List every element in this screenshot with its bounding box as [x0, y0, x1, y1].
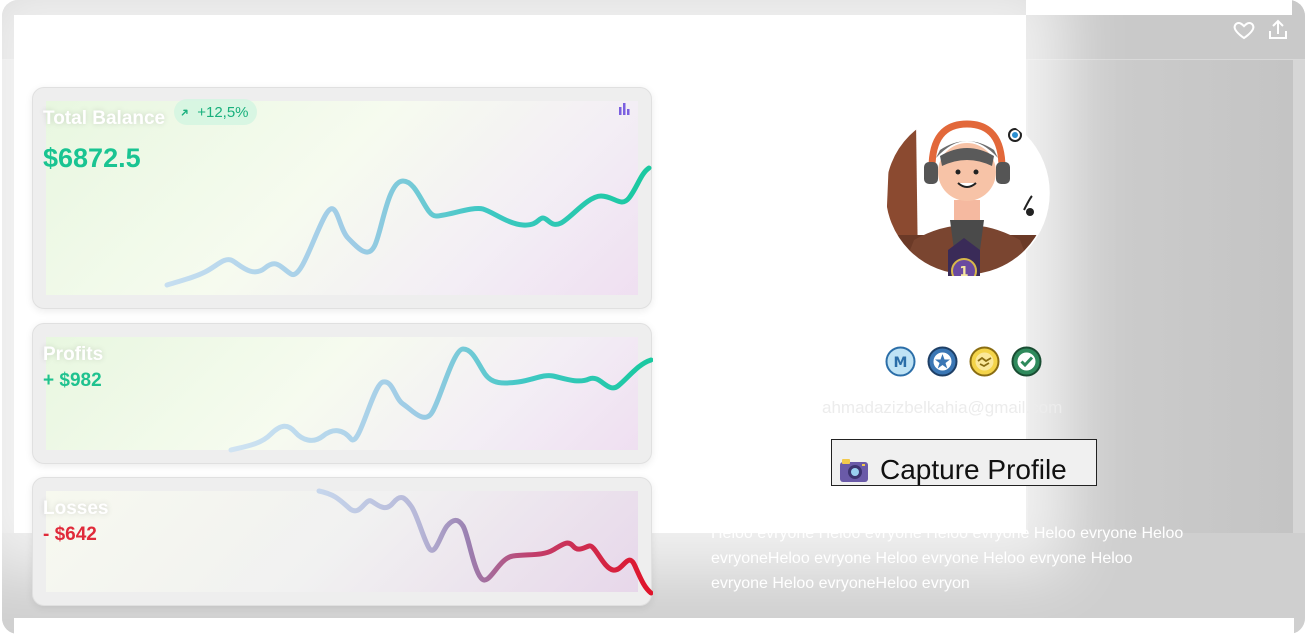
handshake-badge-icon[interactable] [969, 346, 1000, 377]
profile-avatar[interactable]: 1 [884, 110, 1050, 302]
bottom-edge [14, 618, 1294, 634]
achievement-badges: M [885, 346, 1042, 377]
profits-line [228, 346, 653, 453]
profits-sparkline [228, 346, 653, 453]
losses-card[interactable]: Losses - $642 [32, 477, 653, 606]
bar-chart-icon[interactable] [616, 101, 632, 117]
total-balance-card[interactable]: Total Balance ➜ +12,5% $6872.5 [32, 87, 652, 309]
growth-percent: +12,5% [197, 103, 249, 121]
losses-sparkline [316, 488, 653, 596]
balance-value: $6872.5 [43, 143, 141, 173]
svg-text:M: M [894, 355, 908, 371]
capture-profile-button[interactable]: Capture Profile [831, 439, 1097, 486]
check-badge-icon[interactable] [1011, 346, 1042, 377]
card-title: Profits [43, 344, 104, 365]
camera-icon [840, 458, 868, 482]
arrow-up-right-icon: ➜ [177, 104, 193, 120]
card-title: Losses [43, 498, 109, 519]
share-icon[interactable] [1266, 18, 1290, 42]
star-badge-icon[interactable] [927, 346, 958, 377]
svg-text:1: 1 [959, 265, 968, 276]
m-badge-icon[interactable]: M [885, 346, 916, 377]
profits-value: + $982 [43, 370, 102, 391]
capture-profile-label: Capture Profile [880, 453, 1067, 485]
balance-line [164, 165, 652, 288]
profile-email: ahmadazizbelkahia@gmail.com [822, 398, 1063, 417]
top-edge [1026, 0, 1292, 15]
profile-name: zh [1000, 317, 1023, 339]
profile-bio: Heloo evryone Heloo evryone Heloo evryon… [711, 525, 1184, 592]
losses-value: - $642 [43, 524, 97, 545]
growth-badge: ➜ +12,5% [174, 99, 257, 125]
losses-line [316, 488, 653, 596]
card-title: Total Balance [43, 108, 166, 129]
profits-card[interactable]: Profits + $982 [32, 323, 653, 464]
heart-icon[interactable] [1232, 18, 1256, 42]
